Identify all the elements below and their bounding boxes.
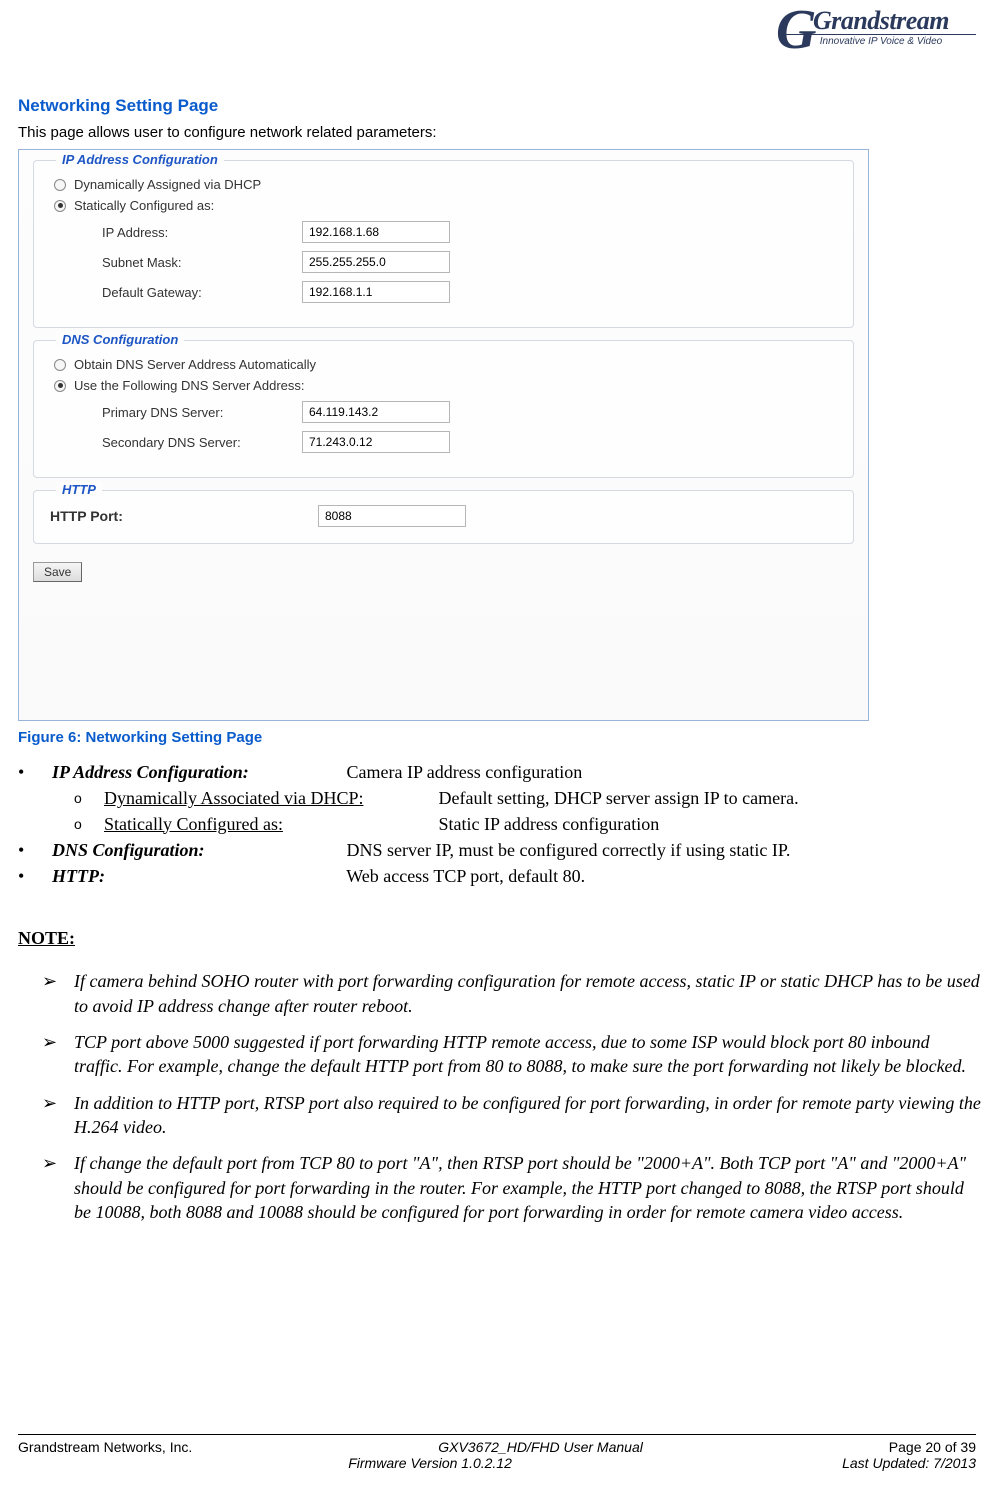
radio-icon[interactable] [54, 179, 66, 191]
dhcp-term: Dynamically Associated via DHCP: [104, 786, 434, 810]
subbullet-static: o Statically Configured as: Static IP ad… [74, 812, 982, 836]
arrow-icon: ➢ [42, 1030, 74, 1079]
gateway-row: Default Gateway: [102, 281, 833, 303]
arrow-icon: ➢ [42, 1091, 74, 1140]
ip-config-title: IP Address Configuration [56, 152, 224, 167]
subnet-input[interactable] [302, 251, 450, 273]
static-option-label: Statically Configured as: [74, 198, 214, 213]
note-2-text: TCP port above 5000 suggested if port fo… [74, 1030, 982, 1079]
note-2: ➢ TCP port above 5000 suggested if port … [42, 1030, 982, 1079]
note-heading: NOTE: [18, 928, 982, 949]
footer-company: Grandstream Networks, Inc. [18, 1439, 192, 1455]
note-4: ➢ If change the default port from TCP 80… [42, 1151, 982, 1224]
description-list: • IP Address Configuration: Camera IP ad… [18, 760, 982, 888]
http-section: HTTP HTTP Port: [33, 490, 854, 544]
bullet-dns-config: • DNS Configuration: DNS server IP, must… [18, 838, 982, 862]
dns-auto-row[interactable]: Obtain DNS Server Address Automatically [54, 357, 833, 372]
bullet-ip-config: • IP Address Configuration: Camera IP ad… [18, 760, 982, 784]
secondary-dns-label: Secondary DNS Server: [102, 435, 302, 450]
ip-address-label: IP Address: [102, 225, 302, 240]
radio-icon[interactable] [54, 200, 66, 212]
dns-manual-label: Use the Following DNS Server Address: [74, 378, 304, 393]
http-section-title: HTTP [56, 482, 102, 497]
ip-address-row: IP Address: [102, 221, 833, 243]
dns-config-term: DNS Configuration: [52, 838, 342, 862]
subbullet-icon: o [74, 786, 104, 810]
ip-address-input[interactable] [302, 221, 450, 243]
logo-g-icon: G [776, 2, 816, 58]
dhcp-option-label: Dynamically Assigned via DHCP [74, 177, 261, 192]
footer-page: Page 20 of 39 [889, 1439, 976, 1455]
arrow-icon: ➢ [42, 969, 74, 1018]
http-port-row: HTTP Port: [50, 505, 837, 527]
subbullet-icon: o [74, 812, 104, 836]
footer-updated: Last Updated: 7/2013 [842, 1455, 976, 1471]
dns-config-desc: DNS server IP, must be configured correc… [347, 840, 791, 860]
http-desc: Web access TCP port, default 80. [346, 866, 585, 886]
dns-config-title: DNS Configuration [56, 332, 184, 347]
gateway-label: Default Gateway: [102, 285, 302, 300]
secondary-dns-input[interactable] [302, 431, 450, 453]
figure-caption: Figure 6: Networking Setting Page [18, 729, 982, 746]
static-desc: Static IP address configuration [439, 814, 660, 834]
dhcp-desc: Default setting, DHCP server assign IP t… [439, 788, 799, 808]
dhcp-option-row[interactable]: Dynamically Assigned via DHCP [54, 177, 833, 192]
save-button[interactable]: Save [33, 562, 82, 582]
secondary-dns-row: Secondary DNS Server: [102, 431, 833, 453]
settings-screenshot: IP Address Configuration Dynamically Ass… [18, 149, 869, 721]
http-port-label: HTTP Port: [50, 508, 318, 524]
ip-config-section: IP Address Configuration Dynamically Ass… [33, 160, 854, 328]
note-4-text: If change the default port from TCP 80 t… [74, 1151, 982, 1224]
note-1: ➢ If camera behind SOHO router with port… [42, 969, 982, 1018]
bullet-icon: • [18, 838, 52, 862]
dns-auto-label: Obtain DNS Server Address Automatically [74, 357, 316, 372]
primary-dns-label: Primary DNS Server: [102, 405, 302, 420]
note-1-text: If camera behind SOHO router with port f… [74, 969, 982, 1018]
subnet-row: Subnet Mask: [102, 251, 833, 273]
footer-manual: GXV3672_HD/FHD User Manual [438, 1439, 643, 1455]
brand-logo: G Grandstream Innovative IP Voice & Vide… [786, 6, 976, 47]
primary-dns-input[interactable] [302, 401, 450, 423]
static-option-row[interactable]: Statically Configured as: [54, 198, 833, 213]
http-port-input[interactable] [318, 505, 466, 527]
radio-icon[interactable] [54, 359, 66, 371]
gateway-input[interactable] [302, 281, 450, 303]
subbullet-dhcp: o Dynamically Associated via DHCP: Defau… [74, 786, 982, 810]
page-footer: Grandstream Networks, Inc. GXV3672_HD/FH… [18, 1434, 976, 1471]
dns-config-section: DNS Configuration Obtain DNS Server Addr… [33, 340, 854, 478]
note-3: ➢ In addition to HTTP port, RTSP port al… [42, 1091, 982, 1140]
footer-firmware: Firmware Version 1.0.2.12 [348, 1455, 512, 1471]
ip-config-term: IP Address Configuration: [52, 760, 342, 784]
bullet-icon: • [18, 864, 52, 888]
arrow-icon: ➢ [42, 1151, 74, 1224]
page-title: Networking Setting Page [18, 96, 982, 116]
http-term: HTTP: [52, 864, 342, 888]
note-3-text: In addition to HTTP port, RTSP port also… [74, 1091, 982, 1140]
subnet-label: Subnet Mask: [102, 255, 302, 270]
bullet-http: • HTTP: Web access TCP port, default 80. [18, 864, 982, 888]
radio-icon[interactable] [54, 380, 66, 392]
dns-manual-row[interactable]: Use the Following DNS Server Address: [54, 378, 833, 393]
bullet-icon: • [18, 760, 52, 784]
primary-dns-row: Primary DNS Server: [102, 401, 833, 423]
intro-text: This page allows user to configure netwo… [18, 124, 982, 141]
ip-config-desc: Camera IP address configuration [347, 762, 583, 782]
static-term: Statically Configured as: [104, 812, 434, 836]
